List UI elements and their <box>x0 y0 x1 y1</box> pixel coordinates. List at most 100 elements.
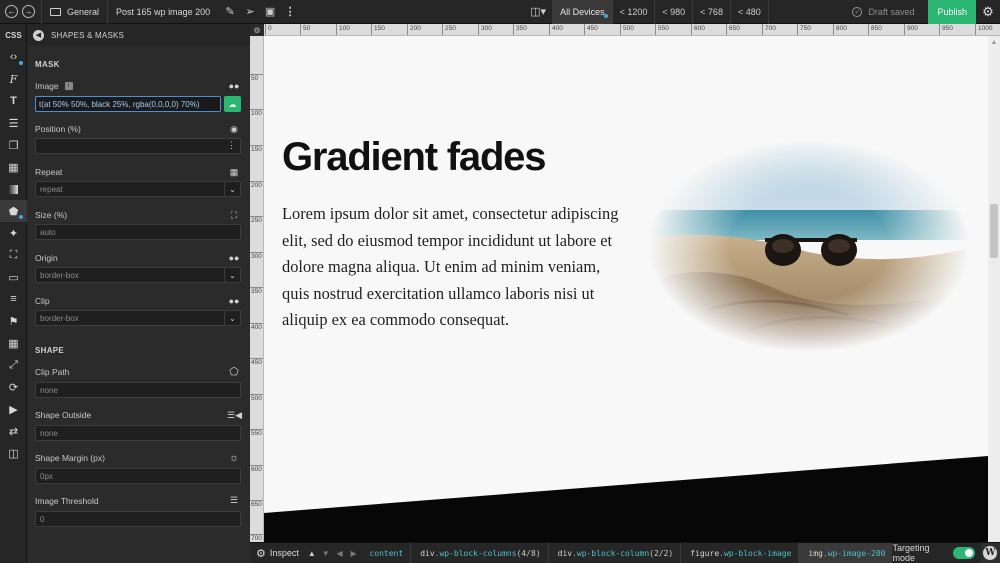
ruler-tick: 350 <box>513 24 527 35</box>
properties-rail: CSS ‹› F T ☰ ❐ ▦ ⬟ ✦ ⛶ ▭ ≡ ⚑ ▦ ⤢ ⟳ ▶ ⇄ ◫ <box>0 24 27 563</box>
back-icon[interactable]: ← <box>5 5 18 18</box>
check-circle-icon: ✓ <box>852 6 863 17</box>
canvas-scrollbar[interactable]: ▲ <box>988 36 1000 542</box>
clip-path-input[interactable]: none <box>35 382 241 398</box>
gear-icon: ⚙ <box>256 547 266 560</box>
wordpress-logo-mark: W <box>983 546 998 560</box>
css-button[interactable]: CSS <box>0 24 27 46</box>
shape-mask-icon[interactable]: ⬟ <box>0 200 27 222</box>
paint-brush-icon[interactable]: ✎ <box>220 0 240 24</box>
navigate-prev-icon[interactable]: ◀ <box>333 543 347 563</box>
compress-icon[interactable]: ⤢ <box>0 354 27 376</box>
flag-icon[interactable]: ⚑ <box>0 310 27 332</box>
breadcrumb-columns[interactable]: div .wp-block-columns (4/8) <box>410 542 547 563</box>
ruler-tick: 900 <box>904 24 918 35</box>
save-status-text: Draft saved <box>868 6 915 17</box>
device-480[interactable]: < 480 <box>729 0 769 24</box>
inspect-button[interactable]: ⚙ Inspect <box>250 543 305 563</box>
shape-margin-input[interactable]: 0px <box>35 468 241 484</box>
text-icon[interactable]: T <box>0 90 27 112</box>
targeting-toggle[interactable] <box>952 547 975 559</box>
origin-select[interactable]: border-box ⌄ <box>35 267 241 283</box>
chevron-down-icon[interactable]: ⌄ <box>224 267 240 283</box>
cloud-upload-icon[interactable]: ☁ <box>224 96 241 112</box>
targeting-label: Targeting mode <box>892 543 930 563</box>
origin-label: Origin <box>35 253 58 263</box>
crumb-tag: div <box>420 548 435 558</box>
video-icon[interactable]: ▶ <box>0 398 27 420</box>
publish-button[interactable]: Publish <box>928 0 976 24</box>
panel-title: SHAPES & MASKS <box>51 30 125 40</box>
expand-icon[interactable]: ⛶ <box>0 244 27 266</box>
page-heading[interactable]: Gradient fades <box>282 135 546 180</box>
grid-icon[interactable]: ▦ <box>0 332 27 354</box>
inbox-icon[interactable]: ◫ <box>0 442 27 464</box>
list-icon[interactable]: ≡ <box>0 288 27 310</box>
shape-outside-input[interactable]: none <box>35 425 241 441</box>
image-icon[interactable]: ▦ <box>0 156 27 178</box>
breadcrumb-img[interactable]: img .wp-image-200 <box>798 542 893 563</box>
gear-icon[interactable]: ⚙ <box>976 0 1000 24</box>
device-980[interactable]: < 980 <box>654 0 692 24</box>
modified-dot <box>19 215 23 219</box>
folder-selector[interactable]: General <box>42 0 107 24</box>
info-icon[interactable]: i <box>64 82 73 90</box>
box-icon[interactable]: ❐ <box>0 134 27 156</box>
image-threshold-input[interactable]: 0 <box>35 511 241 527</box>
device-all[interactable]: All Devices <box>552 0 612 24</box>
shuffle-icon[interactable]: ⇄ <box>0 420 27 442</box>
gradient-icon[interactable] <box>0 178 27 200</box>
chevron-down-icon[interactable]: ⌄ <box>224 181 240 197</box>
layout-icon[interactable]: ▭ <box>0 266 27 288</box>
navigate-down-icon[interactable]: ▼ <box>319 543 333 563</box>
size-input[interactable]: auto <box>35 224 241 240</box>
repeat-icon: ▦ <box>229 167 239 177</box>
forward-icon[interactable]: → <box>22 5 35 18</box>
device-768[interactable]: < 768 <box>692 0 730 24</box>
ruler-tick: 600 <box>691 24 705 35</box>
responsive-device-icon[interactable]: ◫▾ <box>524 0 552 24</box>
cursor-icon[interactable]: ➢ <box>240 0 260 24</box>
shape-outside-label: Shape Outside <box>35 410 92 420</box>
navigate-next-icon[interactable]: ▶ <box>347 543 361 563</box>
document-title[interactable]: Post 165 wp image 200 <box>108 0 218 24</box>
scrollbar-thumb[interactable] <box>990 204 998 258</box>
crumb-tag: figure <box>690 548 720 558</box>
ruler-tick: 550 <box>655 24 669 35</box>
scroll-up-icon[interactable]: ▲ <box>988 36 1000 48</box>
clip-label: Clip <box>35 296 50 306</box>
wordpress-icon[interactable]: W <box>980 542 1000 563</box>
breadcrumb-content[interactable]: content <box>360 543 410 563</box>
origin-value: border-box <box>40 270 79 280</box>
transform-icon[interactable]: ⟳ <box>0 376 27 398</box>
device-1200[interactable]: < 1200 <box>611 0 655 24</box>
breadcrumb-figure[interactable]: figure .wp-block-image <box>680 542 798 563</box>
page-canvas[interactable]: Gradient fades Lorem ipsum dolor sit ame… <box>264 36 988 542</box>
ruler-settings-icon[interactable]: ⚙ <box>250 24 264 36</box>
targeting-mode: Targeting mode <box>892 543 980 563</box>
ruler-tick: 400 <box>250 323 263 332</box>
section-shape: SHAPE <box>35 345 65 355</box>
ruler-tick: 450 <box>250 358 263 367</box>
preview-icon[interactable]: ▣ <box>260 0 280 24</box>
back-circle-icon[interactable]: ◀ <box>33 29 44 41</box>
breadcrumb-column[interactable]: div .wp-block-column (2/2) <box>547 542 681 563</box>
inspect-label: Inspect <box>269 548 299 558</box>
more-menu-icon[interactable]: ⋮ <box>280 0 300 24</box>
navigate-up-icon[interactable]: ▲ <box>305 543 319 563</box>
image-input[interactable]: t(at 50% 50%, black 25%, rgba(0,0,0,0) 7… <box>35 96 221 112</box>
chevron-down-icon[interactable]: ⌄ <box>224 310 240 326</box>
kebab-icon[interactable]: ⋮ <box>227 140 236 151</box>
body-paragraph[interactable]: Lorem ipsum dolor sit amet, consectetur … <box>282 201 622 334</box>
code-icon[interactable]: ‹› <box>0 46 27 68</box>
position-input[interactable]: ⋮ <box>35 138 241 154</box>
font-icon[interactable]: F <box>0 68 27 90</box>
repeat-select[interactable]: repeat ⌄ <box>35 181 241 197</box>
align-icon[interactable]: ☰ <box>0 112 27 134</box>
magic-wand-icon[interactable]: ✦ <box>0 222 27 244</box>
crumb-index: (4/8) <box>516 548 541 558</box>
masked-beach-image[interactable] <box>648 140 970 352</box>
ruler-tick: 400 <box>549 24 563 35</box>
shape-outside-icon: ☰◀ <box>227 410 242 420</box>
clip-select[interactable]: border-box ⌄ <box>35 310 241 326</box>
